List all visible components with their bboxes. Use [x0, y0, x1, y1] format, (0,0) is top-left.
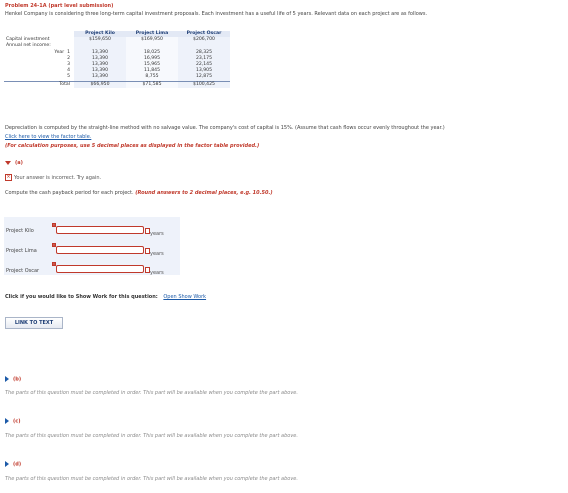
factor-table-link[interactable]: Click here to view the factor table. [5, 134, 91, 140]
investment-table: Project Kilo Project Lima Project Oscar … [4, 31, 230, 88]
total-lima: $71,585 [126, 80, 178, 88]
part-a-label: (a) [15, 160, 23, 166]
part-c-toggle[interactable]: (c) [5, 418, 21, 425]
part-b-toggle[interactable]: (b) [5, 376, 21, 383]
total-kilo: $66,950 [74, 80, 126, 88]
depreciation-note: Depreciation is computed by the straight… [5, 125, 445, 131]
cell-oscar: 12,875 [178, 74, 230, 82]
unit-label-lima: years [150, 251, 164, 257]
caret-right-icon [5, 461, 9, 467]
lima-payback-input[interactable] [56, 246, 144, 254]
part-d-toggle[interactable]: (d) [5, 461, 21, 468]
unit-label-kilo: years [150, 231, 164, 237]
part-c-label: (c) [13, 418, 21, 425]
cell-kilo: 13,390 [74, 74, 126, 82]
field-label-oscar: Project Oscar [6, 268, 40, 274]
link-to-text-button[interactable]: LINK TO TEXT [5, 317, 63, 329]
caret-right-icon [5, 376, 9, 382]
year-label: Year [54, 49, 65, 55]
cell-lima: 8,755 [126, 74, 178, 82]
open-show-work-link[interactable]: Open Show Work [163, 294, 206, 300]
unit-label-oscar: years [150, 270, 164, 276]
show-work-row: Click if you would like to Show Work for… [5, 294, 206, 300]
caret-right-icon [5, 418, 9, 424]
year-number: 5 [67, 74, 70, 80]
part-b-message: The parts of this question must be compl… [5, 390, 298, 396]
total-label: Total [4, 80, 74, 88]
field-label-kilo: Project Kilo [6, 228, 34, 234]
error-x-icon: × [5, 174, 12, 181]
incorrect-message: × Your answer is incorrect. Try again. [5, 174, 101, 181]
caret-down-icon [5, 160, 11, 165]
part-c-message: The parts of this question must be compl… [5, 433, 298, 439]
table-row: 5 13,390 8,755 12,875 [4, 74, 230, 82]
year-number: 1 [67, 49, 70, 55]
show-work-prompt: Click if you would like to Show Work for… [5, 294, 158, 300]
total-row: Total $66,950 $71,585 $100,425 [4, 80, 230, 88]
part-b-label: (b) [13, 376, 22, 383]
instruction: Compute the cash payback period for each… [5, 190, 273, 196]
part-d-message: The parts of this question must be compl… [5, 476, 298, 482]
problem-title: Problem 24-1A (part level submission) [5, 3, 114, 9]
problem-intro: Henkel Company is considering three long… [5, 11, 428, 17]
oscar-payback-input[interactable] [56, 265, 144, 273]
calculation-note: (For calculation purposes, use 5 decimal… [5, 143, 260, 149]
part-a-toggle[interactable]: (a) [5, 160, 23, 166]
part-d-label: (d) [13, 461, 22, 468]
field-label-lima: Project Lima [6, 248, 37, 254]
incorrect-text: Your answer is incorrect. Try again. [14, 175, 102, 181]
kilo-payback-input[interactable] [56, 226, 144, 234]
instruction-hint: (Round answers to 2 decimal places, e.g.… [135, 190, 273, 196]
total-oscar: $100,425 [178, 80, 230, 88]
instruction-text: Compute the cash payback period for each… [5, 190, 134, 196]
